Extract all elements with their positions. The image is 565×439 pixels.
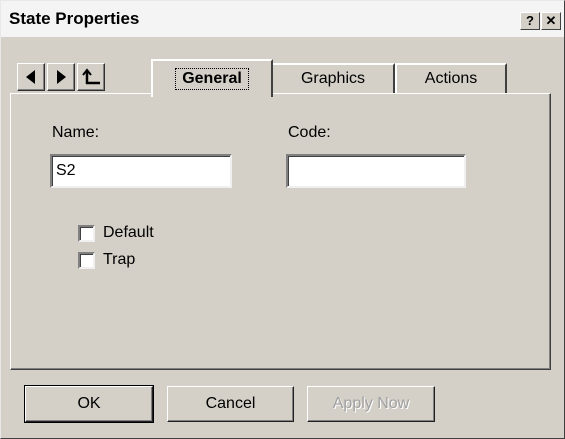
up-button[interactable]: [77, 63, 105, 91]
tab-graphics-label: Graphics: [300, 70, 366, 87]
code-label: Code:: [288, 124, 331, 141]
right-arrow-icon: [57, 70, 66, 84]
close-button[interactable]: ✕: [541, 12, 561, 30]
back-button[interactable]: [17, 63, 45, 91]
name-input[interactable]: [50, 154, 232, 188]
state-properties-dialog: State Properties ? ✕ General Graphics Ac…: [0, 0, 565, 439]
cancel-button[interactable]: Cancel: [167, 386, 294, 422]
title-bar[interactable]: State Properties ? ✕: [1, 1, 564, 37]
parent-arrow-icon: [82, 68, 100, 85]
default-checkbox-label: Default: [103, 224, 154, 241]
trap-checkbox-label: Trap: [103, 251, 136, 268]
general-panel: Name: Code: Default Trap: [10, 93, 551, 370]
name-label: Name:: [52, 124, 100, 141]
default-checkbox-row[interactable]: Default: [78, 224, 154, 242]
code-input[interactable]: [286, 154, 466, 188]
help-button[interactable]: ?: [520, 12, 540, 30]
ok-button[interactable]: OK: [24, 385, 154, 423]
tab-graphics[interactable]: Graphics: [271, 63, 395, 93]
trap-checkbox[interactable]: [78, 251, 95, 269]
tab-general[interactable]: General: [151, 59, 273, 97]
apply-now-button[interactable]: Apply Now: [307, 386, 435, 422]
forward-button[interactable]: [47, 63, 75, 91]
tab-actions-label: Actions: [424, 70, 478, 87]
dialog-title: State Properties: [9, 9, 140, 28]
left-arrow-icon: [26, 70, 35, 84]
tab-general-label: General: [175, 68, 249, 90]
trap-checkbox-row[interactable]: Trap: [78, 251, 135, 269]
tab-actions[interactable]: Actions: [395, 63, 507, 93]
default-checkbox[interactable]: [78, 224, 95, 242]
